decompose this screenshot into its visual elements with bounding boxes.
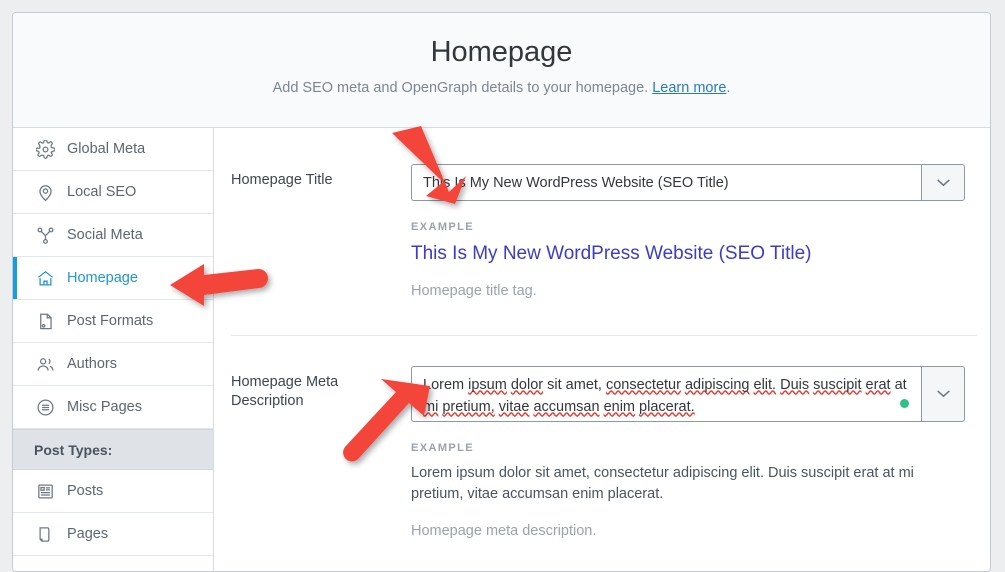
page-subtitle-text: Add SEO meta and OpenGraph details to yo… <box>272 79 653 96</box>
meta-description-text: Lorem ipsum dolor sit amet, consectetur … <box>423 376 907 415</box>
users-icon <box>34 353 56 375</box>
sidebar-item-social-meta[interactable]: Social Meta <box>13 214 213 257</box>
homepage-meta-description-input[interactable]: Lorem ipsum dolor sit amet, consectetur … <box>411 365 921 422</box>
page-subtitle: Add SEO meta and OpenGraph details to yo… <box>13 80 990 96</box>
homepage-title-help: Homepage title tag. <box>411 282 537 299</box>
sidebar-item-label: Posts <box>67 483 104 499</box>
settings-content: Homepage Title This Is My New WordPress … <box>214 128 990 571</box>
example-label: EXAMPLE <box>411 221 474 233</box>
share-network-icon <box>34 224 56 246</box>
homepage-meta-description-preview: Lorem ipsum dolor sit amet, consectetur … <box>411 464 914 503</box>
sidebar-item-label: Social Meta <box>67 227 143 243</box>
page-title: Homepage <box>430 36 573 68</box>
sidebar-item-label: Homepage <box>67 270 138 286</box>
sidebar-item-pages[interactable]: Pages <box>13 513 213 556</box>
gear-icon <box>34 138 56 160</box>
document-badge-icon <box>34 310 56 332</box>
learn-more-link[interactable]: Learn more <box>652 80 726 96</box>
page-icon <box>34 523 56 545</box>
card-body: Global Meta Local SEO Social Meta Homepa… <box>13 128 990 571</box>
field-homepage-title: Homepage Title This Is My New WordPress … <box>214 128 990 299</box>
sidebar-item-post-formats[interactable]: Post Formats <box>13 300 213 343</box>
sidebar-item-posts[interactable]: Posts <box>13 470 213 513</box>
sidebar-nav: Global Meta Local SEO Social Meta Homepa… <box>13 128 214 571</box>
sidebar-item-label: Misc Pages <box>67 399 142 415</box>
chevron-down-icon <box>936 179 950 187</box>
map-pin-icon <box>34 181 56 203</box>
sidebar-item-misc-pages[interactable]: Misc Pages <box>13 386 213 429</box>
field-homepage-meta-description: Homepage Meta Description Lorem ipsum do… <box>214 336 990 539</box>
sidebar-item-label: Local SEO <box>67 184 137 200</box>
sidebar-item-homepage[interactable]: Homepage <box>13 257 213 300</box>
sidebar-item-authors[interactable]: Authors <box>13 343 213 386</box>
card-header: Homepage Add SEO meta and OpenGraph deta… <box>13 13 990 128</box>
homepage-title-dropdown-button[interactable] <box>921 164 965 201</box>
chevron-down-icon <box>936 390 950 398</box>
sidebar-item-label: Authors <box>67 356 117 372</box>
sidebar-item-label: Pages <box>67 526 109 542</box>
field-label: Homepage Title <box>231 172 333 188</box>
field-label: Homepage Meta Description <box>231 373 339 410</box>
settings-card: Homepage Add SEO meta and OpenGraph deta… <box>12 12 991 572</box>
sidebar-item-label: Post Formats <box>67 313 154 329</box>
list-circle-icon <box>34 396 56 418</box>
sidebar-item-label: Global Meta <box>67 141 146 157</box>
homepage-title-input[interactable]: This Is My New WordPress Website (SEO Ti… <box>411 164 921 201</box>
homepage-title-preview: This Is My New WordPress Website (SEO Ti… <box>411 243 812 264</box>
status-dot <box>900 398 909 408</box>
page-subtitle-suffix: . <box>726 79 731 96</box>
example-label: EXAMPLE <box>411 441 474 454</box>
sidebar-section-post-types: Post Types: <box>13 429 213 470</box>
homepage-meta-description-help: Homepage meta description. <box>411 522 597 539</box>
posts-icon <box>34 480 56 502</box>
homepage-meta-description-dropdown-button[interactable] <box>921 365 965 422</box>
home-icon <box>34 267 56 289</box>
sidebar-item-global-meta[interactable]: Global Meta <box>13 128 213 171</box>
sidebar-item-local-seo[interactable]: Local SEO <box>13 171 213 214</box>
